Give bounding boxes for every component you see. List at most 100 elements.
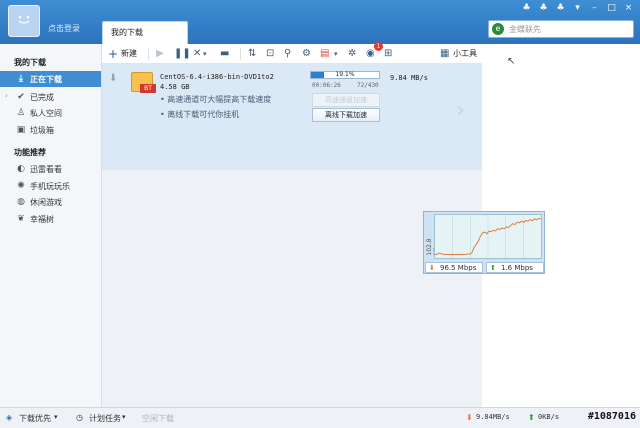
toolbar: + 新建 ▶ ❚❚ ✕ ▾ ▬ ⇅ ⊡ ⚲ ⚙ ▤ ▾ ✲ ◉ 1 ⊞ ▦ 小工… (102, 42, 482, 64)
title-bar: 点击登录 我的下载 ♣ ♣ ♣ ▾ – □ × e 金蝶联先 (0, 0, 640, 44)
hint-offline[interactable]: • 离线下载可代你挂机 (160, 109, 239, 120)
sidebar-item-downloading[interactable]: ⤓ 正在下载 (0, 71, 101, 87)
tools-icon[interactable]: ▦ (440, 47, 449, 61)
plugin-icon[interactable]: ▤ (320, 47, 329, 61)
sidebar-item-kankan[interactable]: ◐ 迅雷看看 (0, 161, 101, 177)
properties-icon[interactable]: ⊡ (266, 47, 274, 61)
up-speed-icon: ⬆ (528, 413, 535, 422)
status-up-speed: 0KB/s (538, 413, 560, 421)
upload-speed-stat: ⬆ 1.6 Mbps (486, 262, 544, 273)
close-icon[interactable]: × (623, 3, 634, 14)
downloading-arrow-icon: ⬇ (109, 73, 118, 84)
watermark: #1087016 (587, 411, 636, 422)
section-features: 功能推荐 (14, 148, 46, 157)
toolbar-divider (240, 48, 241, 60)
chevron-right-icon[interactable]: › (456, 98, 465, 123)
menu-icon[interactable]: ▾ (572, 3, 583, 14)
sidebar-item-label: 垃圾箱 (30, 126, 54, 135)
down-speed-icon: ⬇ (466, 413, 473, 422)
elapsed-time: 00:06:26 (312, 82, 341, 89)
schedule-button[interactable]: 计划任务 (89, 413, 121, 424)
sidebar-item-private[interactable]: ♙ 私人空间 (0, 105, 101, 121)
status-down-speed: 9.84MB/s (476, 413, 510, 421)
priority-icon[interactable]: ◈ (6, 413, 12, 422)
download-speed-value: 96.5 Mbps (440, 264, 477, 272)
hint-offline-text: 离线下载可代你挂机 (167, 110, 240, 119)
leaf-icon: ❦ (17, 214, 25, 224)
progress-text: 19.1% (335, 71, 355, 78)
new-task-button[interactable]: 新建 (121, 47, 137, 61)
window-controls: ♣ ♣ ♣ ▾ – □ × (521, 3, 634, 14)
search-placeholder: 金蝶联先 (509, 25, 541, 34)
minimize-icon[interactable]: – (589, 3, 600, 14)
task-size: 4.58 GB (160, 83, 190, 91)
task-filename: CentOS-6.4-i386-bin-DVD1to2 (160, 73, 274, 81)
idle-download-button[interactable]: 空闲下载 (142, 413, 174, 424)
avatar-face-icon (18, 15, 30, 24)
delete-icon[interactable]: ✕ (193, 47, 201, 61)
speed-graph (434, 214, 542, 259)
sidebar-item-label: 正在下载 (30, 75, 62, 84)
offline-accelerate-button[interactable]: 离线下载加速 (312, 108, 380, 122)
pause-icon[interactable]: ❚❚ (174, 47, 191, 61)
toolbar-divider (148, 48, 149, 60)
sidebar-item-tree[interactable]: ❦ 幸福树 (0, 211, 101, 227)
search-engine-icon[interactable]: e (492, 23, 504, 35)
skin-icon[interactable]: ♣ (521, 3, 532, 14)
gamepad-icon: ◍ (17, 197, 25, 207)
app-icon[interactable]: ♣ (555, 3, 566, 14)
download-priority-button[interactable]: 下载优先 (19, 413, 51, 424)
phone-icon: ✺ (17, 181, 25, 191)
sidebar: 我的下载 ⤓ 正在下载 › ✔ 已完成 ♙ 私人空间 ▣ 垃圾箱 功能推荐 ◐ … (0, 44, 102, 407)
status-bar: ◈ 下载优先 ▾ ◷ 计划任务 ▾ 空闲下载 ⬇ 9.84MB/s ⬆ 0KB/… (0, 407, 640, 428)
task-speed: 9.84 MB/s (390, 74, 428, 82)
speed-monitor-widget[interactable]: 102.8 Mbps ⬇ 96.5 Mbps ⬆ 1.6 Mbps (423, 211, 545, 274)
chevron-right-icon[interactable]: › (5, 92, 8, 100)
trash-icon: ▣ (16, 125, 26, 135)
download-arrow-icon: ⬇ (429, 264, 435, 272)
sidebar-item-phone[interactable]: ✺ 手机玩玩乐 (0, 178, 101, 194)
bt-badge: BT (140, 84, 156, 93)
chat-icon[interactable]: ♣ (538, 3, 549, 14)
play-icon: ◐ (17, 164, 25, 174)
highspeed-accelerate-button[interactable]: 高速通道加速 (312, 93, 380, 107)
progress-bar: 19.1% (310, 71, 380, 79)
message-icon[interactable]: ◉ (366, 47, 375, 61)
new-task-icon[interactable]: + (108, 47, 118, 61)
avatar[interactable] (8, 5, 40, 37)
search-box[interactable]: e 金蝶联先 (488, 20, 634, 38)
pieces-count: 72/430 (357, 82, 379, 89)
plugin-dropdown-icon[interactable]: ▾ (334, 47, 338, 61)
start-icon[interactable]: ▶ (156, 47, 164, 61)
sort-icon[interactable]: ⇅ (248, 47, 256, 61)
check-icon: ✔ (17, 92, 25, 102)
schedule-icon[interactable]: ◷ (76, 413, 83, 422)
sidebar-item-label: 已完成 (30, 93, 54, 102)
download-task-row[interactable]: ⬇ BT CentOS-6.4-i386-bin-DVD1to2 4.58 GB… (102, 64, 482, 170)
hint-highspeed-text: 高速通道可大幅提高下载速度 (167, 95, 272, 104)
lock-icon: ♙ (16, 108, 26, 118)
delete-dropdown-icon[interactable]: ▾ (203, 47, 207, 61)
schedule-dropdown-icon[interactable]: ▾ (122, 413, 126, 421)
settings-icon[interactable]: ⚙ (302, 47, 311, 61)
download-icon: ⤓ (19, 74, 23, 84)
hint-highspeed[interactable]: • 高速通道可大幅提高下载速度 (160, 94, 271, 105)
sidebar-item-label: 手机玩玩乐 (30, 182, 70, 191)
film-icon[interactable]: ✲ (348, 47, 356, 61)
sidebar-item-games[interactable]: ◍ 休闲游戏 (0, 194, 101, 210)
tools-button[interactable]: 小工具 (453, 47, 477, 61)
search-task-icon[interactable]: ⚲ (284, 47, 291, 61)
tab-my-downloads[interactable]: 我的下载 (102, 21, 188, 44)
sidebar-item-label: 迅雷看看 (30, 165, 62, 174)
sidebar-item-completed[interactable]: › ✔ 已完成 (0, 89, 101, 105)
folder-icon[interactable]: ▬ (220, 47, 229, 61)
login-link[interactable]: 点击登录 (48, 23, 80, 34)
sidebar-item-label: 休闲游戏 (30, 198, 62, 207)
sidebar-item-trash[interactable]: ▣ 垃圾箱 (0, 122, 101, 138)
mouse-cursor-icon: ↖ (507, 56, 516, 67)
priority-dropdown-icon[interactable]: ▾ (54, 413, 58, 421)
upload-speed-value: 1.6 Mbps (501, 264, 533, 272)
maximize-icon[interactable]: □ (606, 3, 617, 14)
sidebar-item-label: 私人空间 (30, 109, 62, 118)
gamepad-tool-icon[interactable]: ⊞ (384, 47, 392, 61)
